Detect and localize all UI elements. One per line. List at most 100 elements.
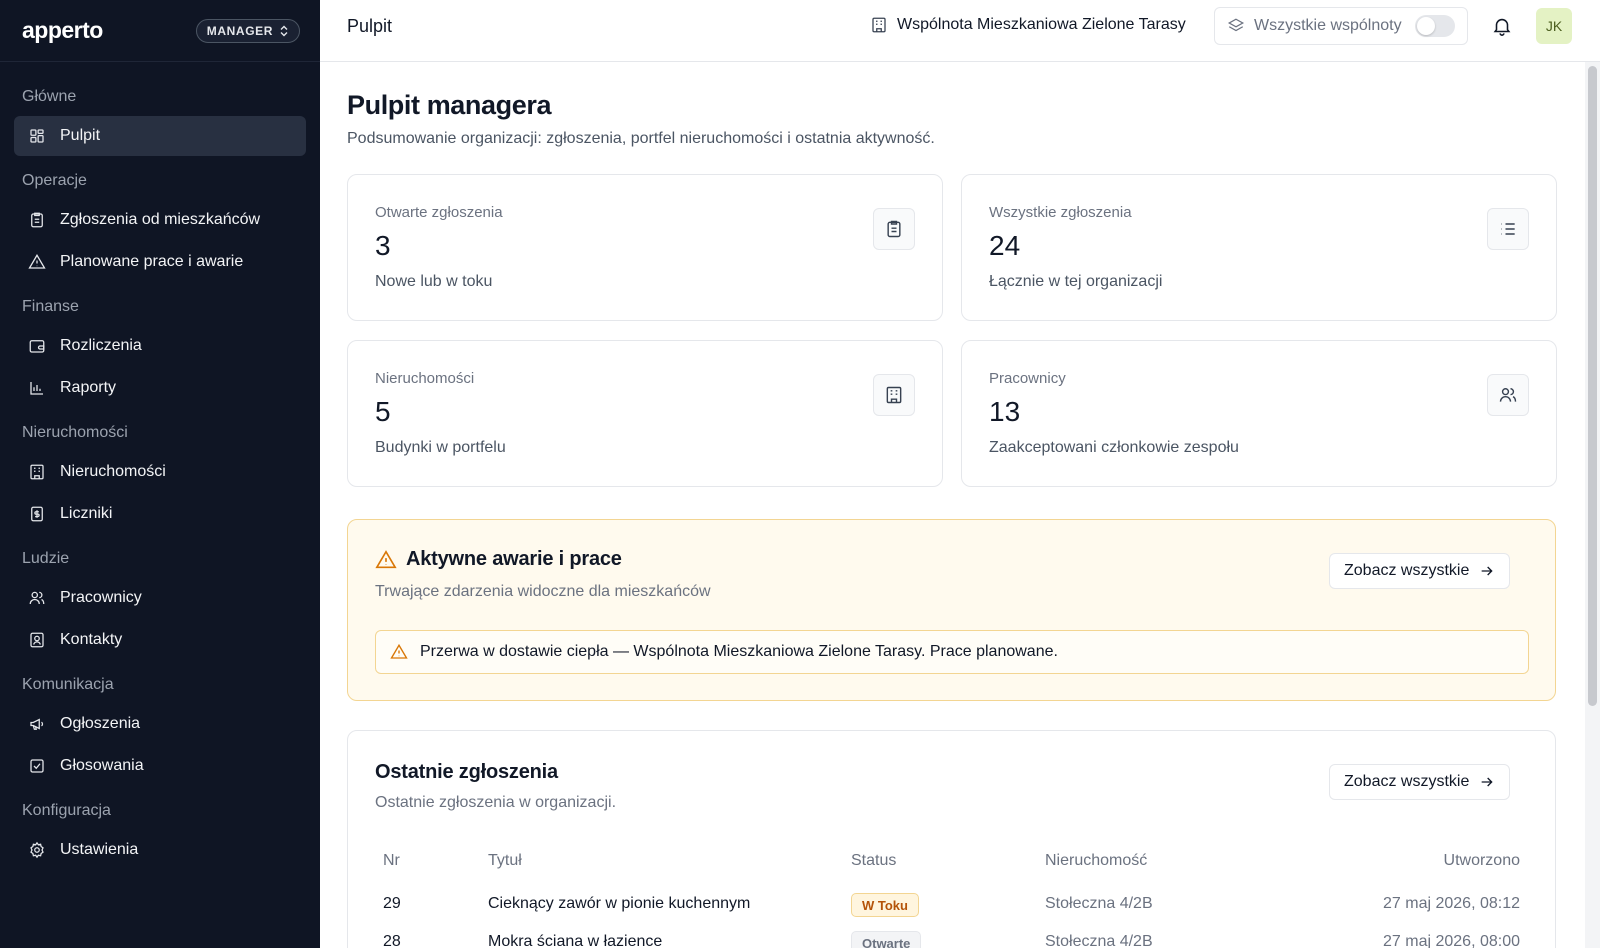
- recent-subtitle: Ostatnie zgłoszenia w organizacji.: [375, 794, 617, 811]
- status-badge: W Toku: [851, 893, 919, 917]
- column-header-status[interactable]: Status: [851, 852, 896, 870]
- main-scrollbar[interactable]: [1585, 62, 1600, 948]
- sidebar-item-kontakty[interactable]: Kontakty: [14, 620, 306, 660]
- column-header-title[interactable]: Tytuł: [488, 852, 522, 870]
- ticket-number: 29: [383, 895, 401, 912]
- sidebar-item-zgoszenia-od-mieszkancow[interactable]: Zgłoszenia od mieszkańców: [14, 200, 306, 240]
- table-row[interactable]: 29 Cieknący zawór w pionie kuchennym W T…: [348, 886, 1555, 924]
- ticket-property: Stołeczna 4/2B: [1045, 895, 1153, 912]
- sidebar: apperto MANAGER Główne Pulpit Operacje Zgło…: [0, 0, 320, 948]
- ticket-created: 27 maj 2026, 08:12: [1383, 895, 1520, 912]
- ticket-title[interactable]: Mokra ściana w łazience: [488, 933, 662, 948]
- alerts-title: Aktywne awarie i prace: [375, 548, 622, 571]
- sidebar-item-nieruchomosci[interactable]: Nieruchomości: [14, 452, 306, 492]
- meter-icon: [31, 506, 43, 522]
- main-content: Pulpit managera Podsumowanie organizacji…: [320, 62, 1585, 948]
- stat-description: Nowe lub w toku: [375, 273, 493, 290]
- contact-icon: [30, 632, 44, 648]
- recent-tickets-card: Ostatnie zgłoszenia Ostatnie zgłoszenia …: [347, 730, 1556, 948]
- stat-description: Zaakceptowani członkowie zespołu: [989, 439, 1239, 456]
- active-outages-card: Aktywne awarie i prace Trwające zdarzeni…: [347, 519, 1556, 701]
- alerts-subtitle: Trwające zdarzenia widoczne dla mieszkań…: [375, 583, 711, 600]
- nav-section-title: Nieruchomości: [22, 424, 128, 441]
- status-badge: Otwarte: [851, 931, 922, 948]
- arrow-right-icon: [1482, 777, 1493, 787]
- sidebar-item-raporty[interactable]: Raporty: [14, 368, 306, 408]
- alerts-view-all-button[interactable]: Zobacz wszystkie: [1329, 553, 1511, 589]
- arrow-right-icon: [1482, 566, 1493, 576]
- alerts-title-text: Aktywne awarie i prace: [406, 548, 622, 570]
- users-icon: [1487, 374, 1529, 416]
- ticket-created: 27 maj 2026, 08:00: [1383, 933, 1520, 948]
- sidebar-item-planowane-prace-i-awarie[interactable]: Planowane prace i awarie: [14, 242, 306, 282]
- role-label: MANAGER: [206, 23, 273, 38]
- ticket-title[interactable]: Cieknący zawór w pionie kuchennym: [488, 895, 750, 913]
- all-communities-switch[interactable]: [1415, 15, 1455, 37]
- stat-value: 5: [375, 396, 391, 427]
- clipboard-icon: [873, 208, 915, 250]
- column-header-property[interactable]: Nieruchomość: [1045, 852, 1147, 870]
- nav-section: Główne Pulpit: [0, 78, 320, 156]
- nav-section: Ludzie Pracownicy Kontakty: [0, 540, 320, 660]
- sidebar-item-label: Liczniki: [60, 505, 113, 522]
- organization-label[interactable]: Wspólnota Mieszkaniowa Zielone Tarasy: [870, 16, 1186, 34]
- sidebar-item-ustawienia[interactable]: Ustawienia: [14, 830, 306, 870]
- topbar: Pulpit Wspólnota Mieszkaniowa Zielone Ta…: [320, 0, 1600, 62]
- stat-description: Łącznie w tej organizacji: [989, 273, 1163, 290]
- alert-item[interactable]: Przerwa w dostawie ciepła — Wspólnota Mi…: [375, 630, 1529, 674]
- sidebar-item-pracownicy[interactable]: Pracownicy: [14, 578, 306, 618]
- stat-card-all-tickets: Wszystkie zgłoszenia 24 Łącznie w tej or…: [961, 174, 1557, 321]
- organization-name: Wspólnota Mieszkaniowa Zielone Tarasy: [897, 16, 1186, 33]
- app-window: apperto MANAGER Główne Pulpit Operacje Zgło…: [0, 0, 1600, 948]
- brand-row: apperto MANAGER: [0, 0, 320, 62]
- nav-section-title: Konfiguracja: [22, 802, 111, 819]
- stat-value: 3: [375, 230, 391, 261]
- sidebar-item-label: Rozliczenia: [60, 337, 142, 354]
- view-all-label: Zobacz wszystkie: [1344, 562, 1470, 579]
- sidebar-item-ogoszenia[interactable]: Ogłoszenia: [14, 704, 306, 744]
- sidebar-item-label: Nieruchomości: [60, 463, 166, 480]
- sidebar-item-rozliczenia[interactable]: Rozliczenia: [14, 326, 306, 366]
- all-communities-toggle[interactable]: Wszystkie wspólnoty: [1214, 7, 1468, 45]
- ticket-property: Stołeczna 4/2B: [1045, 933, 1153, 948]
- sidebar-item-liczniki[interactable]: Liczniki: [14, 494, 306, 534]
- nav-section-title: Ludzie: [22, 550, 70, 567]
- sidebar-item-label: Pulpit: [60, 127, 101, 144]
- megaphone-icon: [30, 718, 44, 730]
- role-switcher[interactable]: MANAGER: [195, 18, 300, 43]
- warning-icon: [375, 549, 397, 568]
- sidebar-item-label: Zgłoszenia od mieszkańców: [60, 211, 261, 228]
- sidebar-item-label: Planowane prace i awarie: [60, 253, 244, 270]
- topbar-title: Pulpit: [347, 16, 393, 36]
- scrollbar-thumb[interactable]: [1588, 66, 1597, 706]
- sidebar-item-label: Pracownicy: [60, 589, 142, 606]
- nav-section: Finanse Rozliczenia Raporty: [0, 288, 320, 408]
- stat-value: 13: [989, 396, 1021, 427]
- nav-section-title: Finanse: [22, 298, 79, 315]
- avatar[interactable]: JK: [1536, 8, 1572, 44]
- stat-label: Pracownicy: [989, 370, 1066, 387]
- building-icon: [872, 17, 886, 33]
- stat-description: Budynki w portfelu: [375, 439, 506, 456]
- bar-chart-icon: [30, 382, 43, 395]
- sidebar-nav: Główne Pulpit Operacje Zgłoszenia od mieszk…: [0, 62, 320, 870]
- nav-section: Nieruchomości Nieruchomości Liczniki: [0, 414, 320, 534]
- page-subtitle: Podsumowanie organizacji: zgłoszenia, po…: [347, 130, 935, 147]
- view-all-label: Zobacz wszystkie: [1344, 773, 1470, 790]
- nav-section: Komunikacja Ogłoszenia Głosowania: [0, 666, 320, 786]
- nav-section: Konfiguracja Ustawienia: [0, 792, 320, 870]
- table-row[interactable]: 28 Mokra ściana w łazience Otwarte Stołe…: [348, 924, 1555, 948]
- bell-icon[interactable]: [1491, 15, 1513, 37]
- column-header-nr[interactable]: Nr: [383, 852, 400, 870]
- sidebar-item-gosowania[interactable]: Głosowania: [14, 746, 306, 786]
- sidebar-item-label: Ustawienia: [60, 841, 139, 858]
- chevron-up-down-icon: [280, 25, 288, 36]
- list-icon: [1487, 208, 1529, 250]
- column-header-created[interactable]: Utworzono: [1444, 852, 1520, 870]
- stat-label: Otwarte zgłoszenia: [375, 204, 503, 221]
- stat-value: 24: [989, 230, 1021, 261]
- ticket-number: 28: [383, 933, 401, 948]
- sidebar-item-pulpit[interactable]: Pulpit: [14, 116, 306, 156]
- recent-view-all-button[interactable]: Zobacz wszystkie: [1329, 764, 1511, 800]
- stat-label: Nieruchomości: [375, 370, 475, 387]
